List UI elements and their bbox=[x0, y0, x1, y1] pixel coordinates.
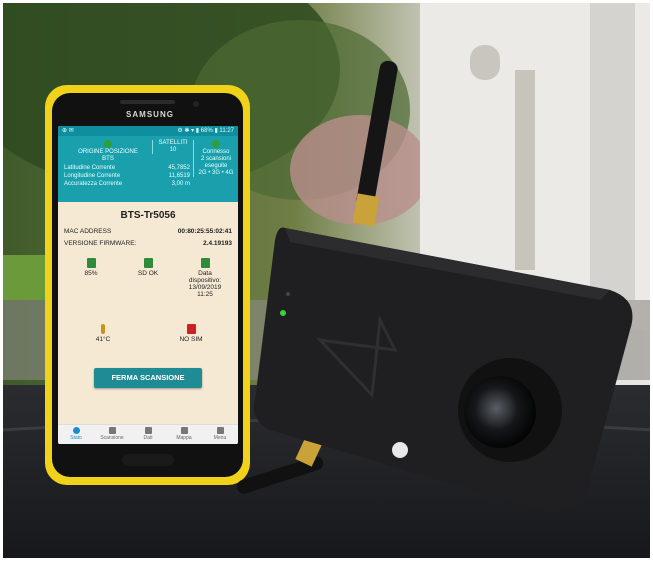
position-rows: Latitudine Corrente 45,7852 Longitudine … bbox=[64, 164, 190, 188]
antenna-icon bbox=[144, 427, 152, 434]
scans-line1: 2 scansioni bbox=[200, 156, 232, 162]
longitude-value: 11,6519 bbox=[168, 173, 190, 179]
time-value: 11:25 bbox=[197, 291, 213, 298]
origin-label: ORIGINE POSIZIONE bbox=[78, 149, 138, 155]
battery-value: 85% bbox=[84, 270, 98, 277]
mac-address-value: 00:80:25:55:02:41 bbox=[177, 228, 232, 235]
building-door bbox=[515, 70, 535, 270]
building-window bbox=[470, 45, 500, 80]
origin-value: BTS bbox=[102, 156, 114, 162]
nav-item-stato[interactable]: Stato bbox=[58, 425, 94, 444]
battery-tile: 85% bbox=[66, 258, 116, 277]
sim-tile: NO SIM bbox=[166, 324, 216, 343]
satellites: SATELLITI 10 bbox=[152, 140, 193, 154]
firmware-label: VERSIONE FIRMWARE: bbox=[64, 240, 137, 247]
nav-label: Stato bbox=[70, 435, 82, 441]
satellites-label: SATELLITI bbox=[158, 140, 188, 146]
sim-card-icon bbox=[186, 324, 196, 334]
status-bar: ⊕ ✉ ⚙ ✱ ▾ ▮ 68% ▮ 11:27 bbox=[58, 126, 238, 136]
camera-lens bbox=[464, 376, 536, 448]
device-led bbox=[286, 292, 290, 296]
document-icon bbox=[108, 427, 116, 434]
longitude-row: Longitudine Corrente 11,6519 bbox=[64, 172, 190, 180]
firmware-value: 2.4.19193 bbox=[203, 240, 232, 247]
accuracy-row: Accuratezza Corrente 3,00 m bbox=[64, 180, 190, 188]
phone-home-button bbox=[122, 454, 174, 466]
calendar-icon bbox=[200, 258, 210, 268]
battery-icon bbox=[86, 258, 96, 268]
device-info-panel: BTS-Tr5056 MAC ADDRESS 00:80:25:55:02:41… bbox=[58, 202, 238, 422]
map-icon bbox=[180, 427, 188, 434]
date-tile: Data dispositivo: 13/09/2019 11:25 bbox=[180, 258, 230, 298]
connection-status: Connesso 2 scansioni eseguite 2G • 3G • … bbox=[193, 140, 238, 177]
longitude-label: Longitudine Corrente bbox=[64, 173, 121, 179]
latitude-row: Latitudine Corrente 45,7852 bbox=[64, 164, 190, 172]
sd-card-icon bbox=[143, 258, 153, 268]
scans-bands: 2G • 3G • 4G bbox=[198, 170, 234, 176]
date-value: 13/09/2019 bbox=[188, 284, 222, 291]
satellites-value: 10 bbox=[169, 147, 177, 153]
origin-position: ORIGINE POSIZIONE BTS bbox=[64, 140, 152, 163]
nav-label: Dati bbox=[143, 435, 153, 441]
date-label: Data bbox=[198, 270, 212, 277]
mac-address-row: MAC ADDRESS 00:80:25:55:02:41 bbox=[64, 228, 232, 235]
sd-value: SD OK bbox=[137, 270, 159, 277]
menu-icon bbox=[216, 427, 224, 434]
device-white-button bbox=[392, 442, 408, 458]
accuracy-value: 3,00 m bbox=[171, 181, 190, 187]
stop-scan-button[interactable]: FERMA SCANSIONE bbox=[94, 368, 202, 388]
connection-label: Connesso bbox=[202, 149, 230, 155]
nav-item-mappa[interactable]: Mappa bbox=[166, 425, 202, 444]
scans-line2: eseguite bbox=[204, 163, 228, 169]
device-name: BTS-Tr5056 bbox=[120, 210, 176, 221]
status-left-icons: ⊕ ✉ bbox=[62, 128, 74, 134]
device-led-green bbox=[280, 310, 286, 316]
temperature-value: 41°C bbox=[95, 336, 111, 343]
phone-camera bbox=[193, 101, 199, 107]
nav-item-scansione[interactable]: Scansione bbox=[94, 425, 130, 444]
latitude-value: 45,7852 bbox=[168, 165, 190, 171]
temperature-tile: 41°C bbox=[78, 324, 128, 343]
nav-label: Menu bbox=[213, 435, 227, 441]
origin-status-icon bbox=[104, 140, 112, 148]
firmware-row: VERSIONE FIRMWARE: 2.4.19193 bbox=[64, 240, 232, 247]
connection-icon bbox=[212, 140, 220, 148]
app-header: ORIGINE POSIZIONE BTS SATELLITI 10 Conne… bbox=[58, 136, 238, 202]
nav-label: Scansione bbox=[100, 435, 124, 441]
phone-screen: ⊕ ✉ ⚙ ✱ ▾ ▮ 68% ▮ 11:27 ORIGINE POSIZION… bbox=[58, 126, 238, 444]
sd-tile: SD OK bbox=[123, 258, 173, 277]
latitude-label: Latitudine Corrente bbox=[64, 165, 116, 171]
status-right-icons: ⚙ ✱ ▾ ▮ 68% ▮ 11:27 bbox=[177, 128, 234, 134]
bottom-nav: Stato Scansione Dati Mappa Menu bbox=[58, 424, 238, 444]
nav-item-menu[interactable]: Menu bbox=[202, 425, 238, 444]
nav-label: Mappa bbox=[176, 435, 192, 441]
mac-address-label: MAC ADDRESS bbox=[64, 228, 112, 235]
accuracy-label: Accuratezza Corrente bbox=[64, 181, 123, 187]
building-column bbox=[590, 0, 635, 300]
nav-item-dati[interactable]: Dati bbox=[130, 425, 166, 444]
info-icon bbox=[72, 427, 80, 434]
thermometer-icon bbox=[101, 324, 105, 334]
phone-brand-label: SAMSUNG bbox=[126, 110, 174, 119]
sim-value: NO SIM bbox=[179, 336, 203, 343]
phone-earpiece bbox=[120, 100, 175, 104]
date-label-2: dispositivo: bbox=[188, 277, 222, 284]
